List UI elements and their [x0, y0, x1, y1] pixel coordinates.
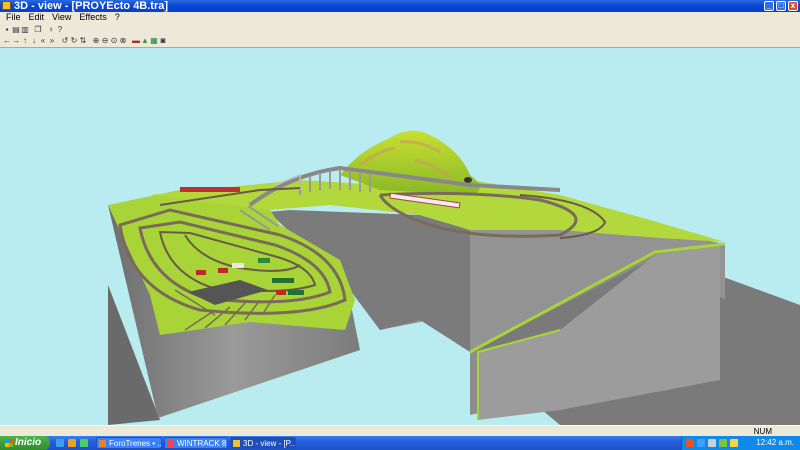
- toolbar-row-file: ▪ ▤ ▥ ❐ ♀ ?: [3, 25, 64, 34]
- rotate-left-icon[interactable]: ↺: [61, 36, 69, 45]
- train-red-upper: [180, 187, 240, 192]
- train-icon[interactable]: ▬: [132, 36, 140, 45]
- menu-edit[interactable]: Edit: [25, 12, 49, 23]
- task-label: 3D - view - [P...: [243, 439, 296, 448]
- rotate-right-icon[interactable]: ↻: [70, 36, 78, 45]
- copy-icon[interactable]: ❐: [34, 25, 42, 34]
- windows-logo-icon: [5, 439, 13, 447]
- menu-view[interactable]: View: [48, 12, 75, 23]
- print-icon[interactable]: ▤: [12, 25, 20, 34]
- system-tray: 12:42 a.m.: [681, 436, 800, 450]
- train-green-left-3: [288, 290, 304, 295]
- menu-help[interactable]: ?: [111, 12, 124, 23]
- quicklaunch-app-icon[interactable]: [68, 439, 76, 447]
- train-green-left: [258, 258, 270, 263]
- start-label: Inicio: [15, 437, 42, 448]
- zoom-out-icon[interactable]: ⊖: [101, 36, 109, 45]
- minimize-button[interactable]: _: [764, 1, 774, 11]
- print-preview-icon[interactable]: ▥: [21, 25, 29, 34]
- app-icon[interactable]: [2, 1, 11, 10]
- clock: 12:42 a.m.: [756, 438, 794, 447]
- task-forotrenes[interactable]: ForoTrenes • ...: [96, 437, 162, 449]
- arrow-down-icon[interactable]: ↓: [30, 36, 38, 45]
- save-icon[interactable]: ▪: [3, 25, 11, 34]
- toolbar-row-view: ← → ↑ ↓ « » ↺ ↻ ⇅ ⊕ ⊖ ⊙ ⊗ ▬ ▲ ▦ ◙: [3, 36, 167, 45]
- wintrack-icon: [167, 440, 174, 447]
- train-white-left: [232, 263, 244, 268]
- task-label: ForoTrenes • ...: [109, 439, 162, 448]
- start-button[interactable]: Inicio: [0, 436, 50, 450]
- tray-antivirus-icon[interactable]: [686, 439, 694, 447]
- help-icon[interactable]: ?: [56, 25, 64, 34]
- menu-file[interactable]: File: [2, 12, 25, 23]
- train-red-left-3: [276, 290, 286, 295]
- arrow-left-icon[interactable]: ←: [3, 36, 11, 45]
- close-button[interactable]: x: [788, 1, 798, 11]
- menu-bar: File Edit View Effects ?: [0, 12, 800, 23]
- arrow-up-icon[interactable]: ↑: [21, 36, 29, 45]
- tunnel-portal: [464, 177, 472, 183]
- taskbar: Inicio ForoTrenes • ... WINTRACK 8.... 3…: [0, 436, 800, 450]
- tray-network-icon[interactable]: [697, 439, 705, 447]
- 3d-view-icon: [233, 440, 240, 447]
- 3d-viewport[interactable]: [0, 48, 800, 425]
- train-green-left-2: [272, 278, 294, 283]
- tray-app-icon[interactable]: [719, 439, 727, 447]
- train-red-left: [196, 270, 206, 275]
- tray-volume-icon[interactable]: [708, 439, 716, 447]
- landscape-icon[interactable]: ▲: [141, 36, 149, 45]
- title-bar: 3D - view - [PROYEcto 4B.tra] _ □ x: [0, 0, 800, 12]
- window-controls: _ □ x: [764, 1, 798, 11]
- zoom-fit-icon[interactable]: ⊙: [110, 36, 118, 45]
- maximize-button[interactable]: □: [776, 1, 786, 11]
- task-wintrack[interactable]: WINTRACK 8....: [164, 437, 228, 449]
- train-red-left-2: [218, 268, 228, 273]
- arrow-double-left-icon[interactable]: «: [39, 36, 47, 45]
- camera-icon[interactable]: ◙: [159, 36, 167, 45]
- layout-scene: [108, 130, 800, 425]
- tray-app2-icon[interactable]: [730, 439, 738, 447]
- firefox-icon: [99, 440, 106, 447]
- window-title: 3D - view - [PROYEcto 4B.tra]: [14, 0, 169, 12]
- arrow-double-right-icon[interactable]: »: [48, 36, 56, 45]
- quicklaunch-app2-icon[interactable]: [80, 439, 88, 447]
- toolbar: ▪ ▤ ▥ ❐ ♀ ? ← → ↑ ↓ « » ↺ ↻ ⇅ ⊕ ⊖ ⊙ ⊗ ▬ …: [0, 23, 800, 48]
- tilt-icon[interactable]: ⇅: [79, 36, 87, 45]
- zoom-in-icon[interactable]: ⊕: [92, 36, 100, 45]
- task-3d-view[interactable]: 3D - view - [P...: [230, 437, 296, 449]
- zoom-region-icon[interactable]: ⊗: [119, 36, 127, 45]
- quicklaunch-ie-icon[interactable]: [56, 439, 64, 447]
- grid-icon[interactable]: ▦: [150, 36, 158, 45]
- arrow-right-icon[interactable]: →: [12, 36, 20, 45]
- pin-icon[interactable]: ♀: [47, 25, 55, 34]
- menu-effects[interactable]: Effects: [75, 12, 110, 23]
- task-label: WINTRACK 8....: [177, 439, 228, 448]
